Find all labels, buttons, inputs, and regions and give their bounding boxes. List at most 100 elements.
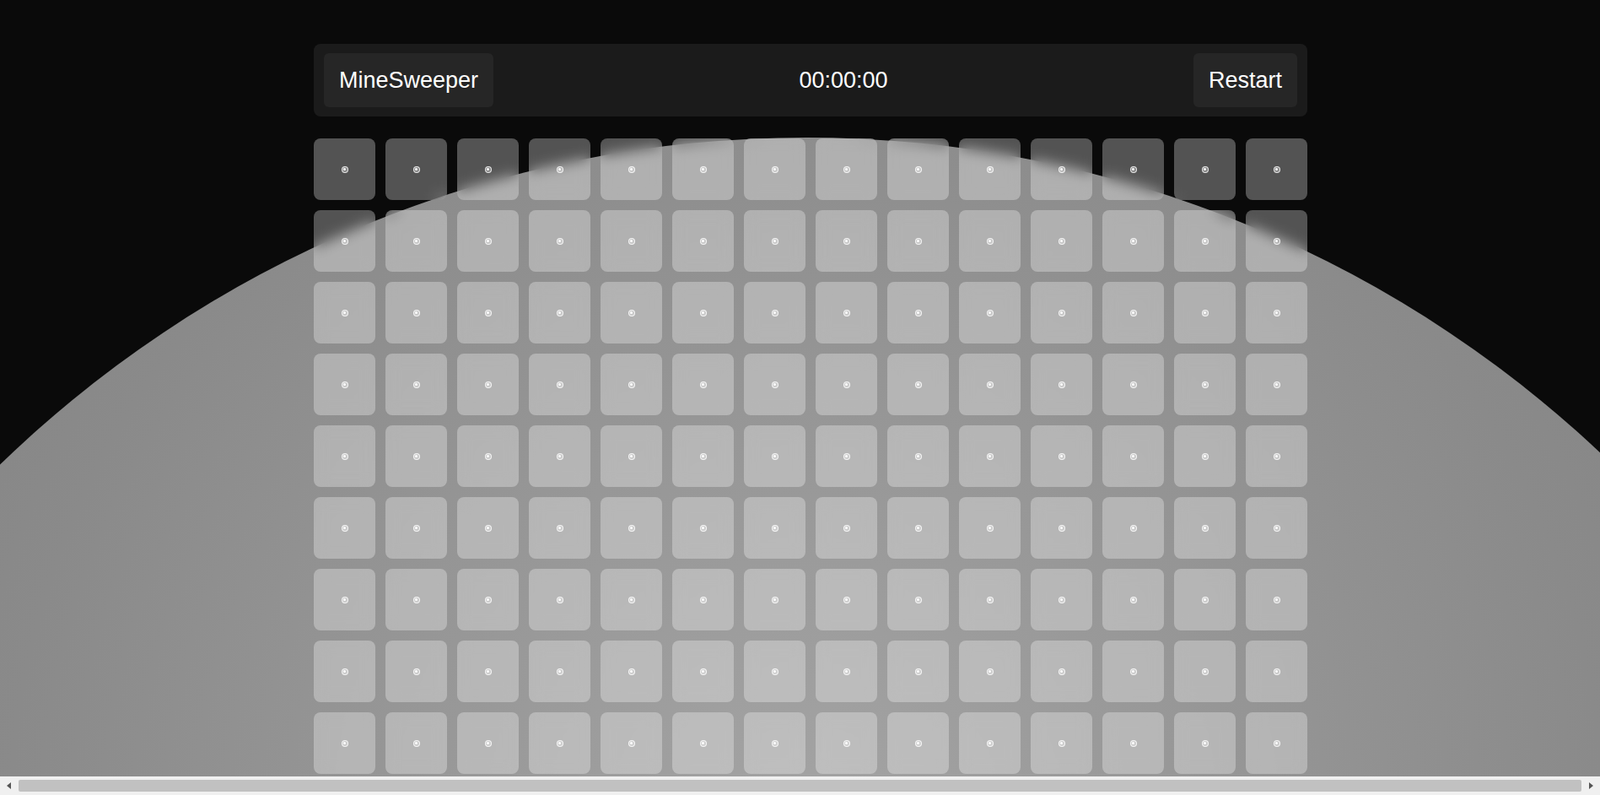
board-cell[interactable]: [887, 138, 949, 200]
board-cell[interactable]: [887, 568, 949, 631]
board-cell[interactable]: [958, 281, 1021, 344]
board-cell[interactable]: [1245, 496, 1308, 559]
board-cell[interactable]: [887, 640, 949, 702]
board-cell[interactable]: [1102, 353, 1164, 415]
board-cell[interactable]: [1030, 210, 1093, 272]
board-cell[interactable]: [528, 353, 591, 415]
board-cell[interactable]: [958, 425, 1021, 487]
board-cell[interactable]: [1245, 210, 1308, 272]
board-cell[interactable]: [1245, 640, 1308, 702]
scroll-right-icon[interactable]: [1581, 775, 1600, 795]
board-cell[interactable]: [958, 640, 1021, 702]
board-cell[interactable]: [313, 496, 376, 559]
board-cell[interactable]: [1102, 568, 1164, 631]
board-cell[interactable]: [743, 281, 806, 344]
board-cell[interactable]: [815, 138, 878, 200]
board-cell[interactable]: [672, 640, 734, 702]
board-cell[interactable]: [815, 568, 878, 631]
board-cell[interactable]: [1174, 568, 1236, 631]
board-cell[interactable]: [958, 353, 1021, 415]
board-cell[interactable]: [887, 281, 949, 344]
board-cell[interactable]: [385, 210, 448, 272]
board-cell[interactable]: [1030, 353, 1093, 415]
board-cell[interactable]: [1030, 640, 1093, 702]
board-cell[interactable]: [600, 210, 663, 272]
board-cell[interactable]: [528, 425, 591, 487]
board-cell[interactable]: [887, 496, 949, 559]
board-cell[interactable]: [1245, 353, 1308, 415]
board-cell[interactable]: [1102, 640, 1164, 702]
board-cell[interactable]: [600, 640, 663, 702]
board-cell[interactable]: [743, 210, 806, 272]
board-cell[interactable]: [743, 640, 806, 702]
horizontal-scrollbar[interactable]: [0, 775, 1600, 795]
board-cell[interactable]: [600, 496, 663, 559]
board-cell[interactable]: [672, 568, 734, 631]
board-cell[interactable]: [743, 138, 806, 200]
restart-button[interactable]: Restart: [1193, 53, 1298, 108]
board-cell[interactable]: [958, 496, 1021, 559]
board-cell[interactable]: [1174, 138, 1236, 200]
board-cell[interactable]: [600, 711, 663, 774]
scrollbar-thumb[interactable]: [18, 779, 1582, 792]
board-cell[interactable]: [815, 353, 878, 415]
board-cell[interactable]: [600, 568, 663, 631]
board-cell[interactable]: [1174, 281, 1236, 344]
board-cell[interactable]: [1102, 138, 1164, 200]
board-cell[interactable]: [958, 568, 1021, 631]
board-cell[interactable]: [313, 353, 376, 415]
board-cell[interactable]: [1102, 496, 1164, 559]
board-cell[interactable]: [1245, 425, 1308, 487]
board-cell[interactable]: [672, 425, 734, 487]
board-cell[interactable]: [1174, 210, 1236, 272]
board-cell[interactable]: [887, 210, 949, 272]
board-cell[interactable]: [1174, 711, 1236, 774]
board-cell[interactable]: [672, 496, 734, 559]
board-cell[interactable]: [457, 353, 519, 415]
board-cell[interactable]: [887, 425, 949, 487]
board-cell[interactable]: [528, 138, 591, 200]
board-cell[interactable]: [1174, 496, 1236, 559]
board-cell[interactable]: [1174, 640, 1236, 702]
board-cell[interactable]: [457, 425, 519, 487]
board-cell[interactable]: [887, 711, 949, 774]
board-cell[interactable]: [385, 568, 448, 631]
board-cell[interactable]: [313, 640, 376, 702]
board-cell[interactable]: [815, 281, 878, 344]
board-cell[interactable]: [457, 281, 519, 344]
board-cell[interactable]: [1174, 353, 1236, 415]
board-cell[interactable]: [887, 353, 949, 415]
board-cell[interactable]: [815, 640, 878, 702]
board-cell[interactable]: [528, 210, 591, 272]
board-cell[interactable]: [1245, 281, 1308, 344]
scroll-left-icon[interactable]: [0, 775, 19, 795]
board-cell[interactable]: [1245, 138, 1308, 200]
board-cell[interactable]: [385, 496, 448, 559]
board-cell[interactable]: [457, 138, 519, 200]
board-cell[interactable]: [1245, 568, 1308, 631]
board-cell[interactable]: [958, 210, 1021, 272]
board-cell[interactable]: [1102, 711, 1164, 774]
board-cell[interactable]: [815, 711, 878, 774]
board-cell[interactable]: [385, 711, 448, 774]
board-cell[interactable]: [313, 210, 376, 272]
board-cell[interactable]: [1102, 281, 1164, 344]
board-cell[interactable]: [600, 281, 663, 344]
board-cell[interactable]: [815, 496, 878, 559]
board-cell[interactable]: [313, 281, 376, 344]
board-cell[interactable]: [457, 640, 519, 702]
board-cell[interactable]: [528, 640, 591, 702]
board-cell[interactable]: [385, 138, 448, 200]
board-cell[interactable]: [958, 711, 1021, 774]
board-cell[interactable]: [528, 496, 591, 559]
board-cell[interactable]: [313, 568, 376, 631]
board-cell[interactable]: [1030, 425, 1093, 487]
board-cell[interactable]: [385, 353, 448, 415]
board-cell[interactable]: [528, 568, 591, 631]
board-cell[interactable]: [528, 281, 591, 344]
board-cell[interactable]: [1245, 711, 1308, 774]
board-cell[interactable]: [313, 711, 376, 774]
board-cell[interactable]: [1102, 210, 1164, 272]
board-cell[interactable]: [1030, 568, 1093, 631]
board-cell[interactable]: [672, 281, 734, 344]
